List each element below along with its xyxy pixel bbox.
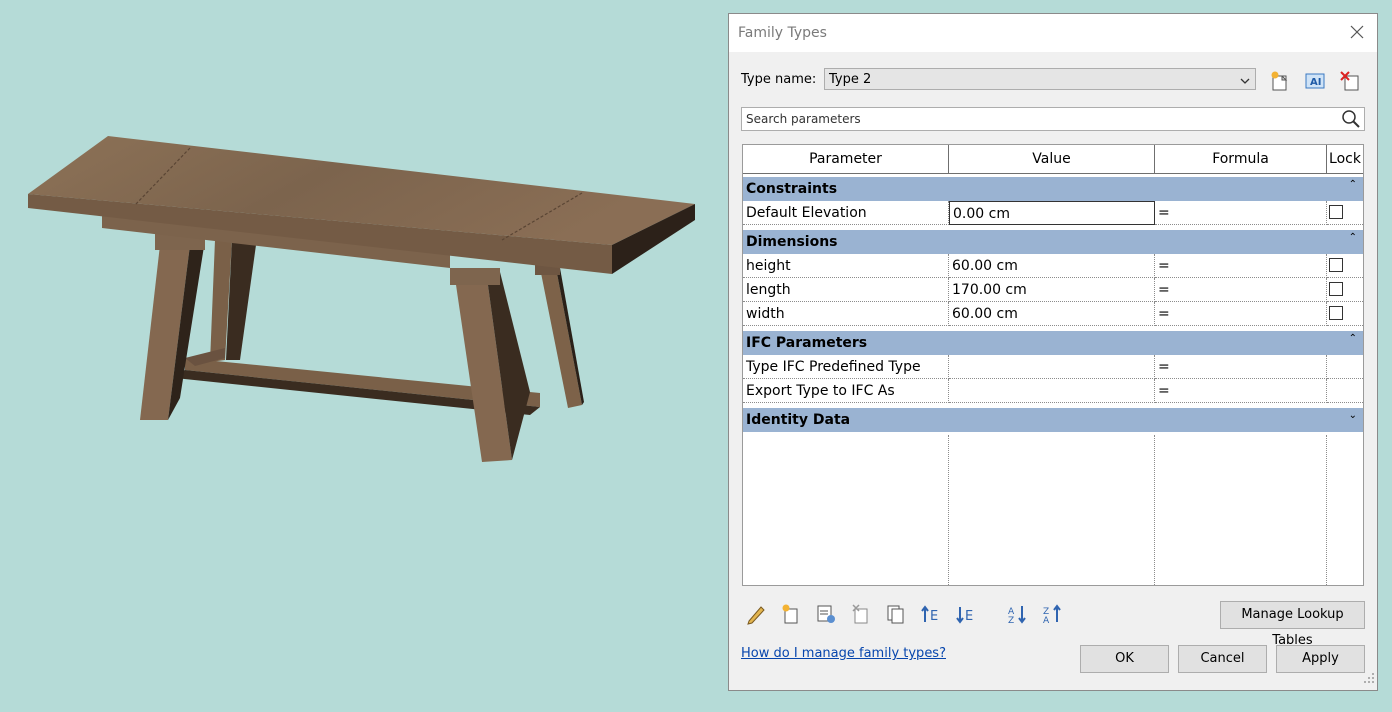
- svg-text:Z: Z: [1008, 616, 1014, 625]
- formula-input[interactable]: =: [1155, 302, 1327, 326]
- family-types-dialog: Family Types Type name: Type 2 AI Search…: [728, 13, 1378, 691]
- column-divider: [948, 435, 949, 585]
- type-name-label: Type name:: [741, 72, 817, 87]
- formula-input[interactable]: =: [1155, 379, 1327, 403]
- group-dimensions[interactable]: Dimensions ⌃: [743, 230, 1363, 254]
- group-label: IFC Parameters: [746, 335, 868, 351]
- copy-parameter-icon[interactable]: [885, 603, 907, 625]
- table-model: [28, 136, 695, 462]
- formula-input[interactable]: =: [1155, 355, 1327, 379]
- sort-descending-icon[interactable]: ZA: [1042, 603, 1064, 626]
- rename-type-icon[interactable]: AI: [1304, 70, 1326, 92]
- cancel-button[interactable]: Cancel: [1178, 645, 1267, 673]
- manage-lookup-tables-button[interactable]: Manage Lookup Tables: [1220, 601, 1365, 648]
- chevron-down-icon: [1239, 72, 1251, 91]
- title-bar: Family Types: [729, 14, 1377, 52]
- svg-text:E: E: [930, 609, 938, 624]
- parameter-name: height: [743, 254, 949, 278]
- search-input[interactable]: Search parameters: [741, 107, 1365, 131]
- dialog-title: Family Types: [738, 25, 827, 41]
- group-ifc-parameters[interactable]: IFC Parameters ⌃: [743, 331, 1363, 355]
- formula-input[interactable]: =: [1155, 201, 1327, 225]
- collapse-icon[interactable]: ⌃: [1349, 333, 1357, 344]
- svg-text:A: A: [1043, 616, 1050, 625]
- value-input[interactable]: [949, 355, 1155, 379]
- parameter-name: Default Elevation: [743, 201, 949, 225]
- parameter-name: Export Type to IFC As: [743, 379, 949, 403]
- table-row: Default Elevation 0.00 cm =: [743, 201, 1363, 225]
- column-header-lock[interactable]: Lock: [1327, 145, 1363, 174]
- 3d-viewport[interactable]: [0, 0, 728, 712]
- table-row: height 60.00 cm =: [743, 254, 1363, 278]
- expand-icon[interactable]: ⌄: [1349, 410, 1357, 421]
- value-input[interactable]: 170.00 cm: [949, 278, 1155, 302]
- lock-cell: [1327, 379, 1363, 403]
- new-parameter-icon[interactable]: [780, 603, 802, 625]
- column-header-value[interactable]: Value: [949, 145, 1155, 174]
- ok-button[interactable]: OK: [1080, 645, 1169, 673]
- group-label: Dimensions: [746, 234, 838, 250]
- help-link[interactable]: How do I manage family types?: [741, 646, 946, 661]
- svg-text:AI: AI: [1310, 77, 1321, 88]
- column-header-formula[interactable]: Formula: [1155, 145, 1327, 174]
- move-up-icon[interactable]: E: [920, 603, 942, 625]
- lock-checkbox[interactable]: [1329, 282, 1343, 296]
- formula-input[interactable]: =: [1155, 254, 1327, 278]
- parameter-report-icon[interactable]: [815, 603, 837, 625]
- type-name-value: Type 2: [829, 72, 872, 87]
- delete-parameter-icon[interactable]: [850, 603, 872, 625]
- lock-checkbox[interactable]: [1329, 258, 1343, 272]
- parameter-name: Type IFC Predefined Type: [743, 355, 949, 379]
- parameter-name: length: [743, 278, 949, 302]
- svg-text:E: E: [965, 609, 973, 624]
- lock-cell: [1327, 355, 1363, 379]
- value-input[interactable]: [949, 379, 1155, 403]
- sort-ascending-icon[interactable]: AZ: [1007, 603, 1029, 626]
- group-label: Identity Data: [746, 412, 851, 428]
- delete-type-icon[interactable]: [1339, 70, 1361, 92]
- lock-checkbox[interactable]: [1329, 205, 1343, 219]
- group-constraints[interactable]: Constraints ⌃: [743, 177, 1363, 201]
- collapse-icon[interactable]: ⌃: [1349, 179, 1357, 190]
- column-divider: [1154, 435, 1155, 585]
- collapse-icon[interactable]: ⌃: [1349, 232, 1357, 243]
- value-input[interactable]: 60.00 cm: [949, 302, 1155, 326]
- value-input[interactable]: 0.00 cm: [949, 201, 1155, 225]
- table-row: Type IFC Predefined Type =: [743, 355, 1363, 379]
- formula-input[interactable]: =: [1155, 278, 1327, 302]
- group-identity-data[interactable]: Identity Data ⌄: [743, 408, 1363, 432]
- parameters-grid: Parameter Value Formula Lock Constraints…: [742, 144, 1364, 586]
- move-down-icon[interactable]: E: [955, 603, 977, 625]
- new-type-icon[interactable]: [1269, 70, 1291, 92]
- column-divider: [1326, 435, 1327, 585]
- search-placeholder: Search parameters: [746, 112, 861, 126]
- apply-button[interactable]: Apply: [1276, 645, 1365, 673]
- lock-checkbox[interactable]: [1329, 306, 1343, 320]
- table-row: Export Type to IFC As =: [743, 379, 1363, 403]
- edit-parameter-icon[interactable]: [745, 603, 767, 625]
- close-icon: [1350, 25, 1364, 39]
- group-label: Constraints: [746, 181, 838, 197]
- table-row: length 170.00 cm =: [743, 278, 1363, 302]
- table-row: width 60.00 cm =: [743, 302, 1363, 326]
- type-name-dropdown[interactable]: Type 2: [824, 68, 1256, 90]
- close-button[interactable]: [1347, 22, 1367, 42]
- resize-grip-icon[interactable]: [1363, 669, 1375, 688]
- value-input[interactable]: 60.00 cm: [949, 254, 1155, 278]
- column-header-parameter[interactable]: Parameter: [743, 145, 949, 174]
- search-icon[interactable]: [1340, 109, 1362, 133]
- parameter-name: width: [743, 302, 949, 326]
